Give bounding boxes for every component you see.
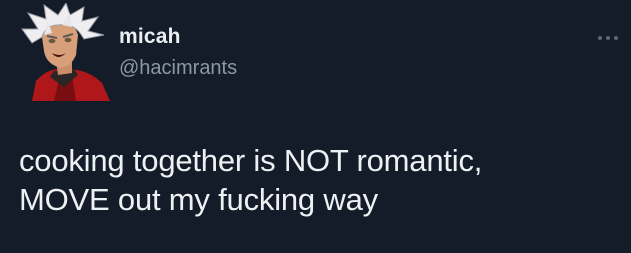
avatar-illustration (21, 3, 110, 101)
tweet-text-line: cooking together is NOT romantic, (19, 143, 483, 178)
display-name[interactable]: micah (119, 25, 181, 49)
tweet-text: cooking together is NOT romantic, MOVE o… (19, 141, 619, 219)
avatar[interactable] (14, 3, 112, 101)
tweet-card: micah @hacimrants cooking together is NO… (0, 0, 631, 253)
more-options-button[interactable] (594, 30, 624, 46)
tweet-text-line: MOVE out my fucking way (19, 182, 378, 217)
user-handle[interactable]: @hacimrants (119, 57, 237, 80)
more-horizontal-icon (598, 36, 602, 40)
more-horizontal-icon-dot (606, 36, 610, 40)
more-horizontal-icon-dot (614, 36, 618, 40)
